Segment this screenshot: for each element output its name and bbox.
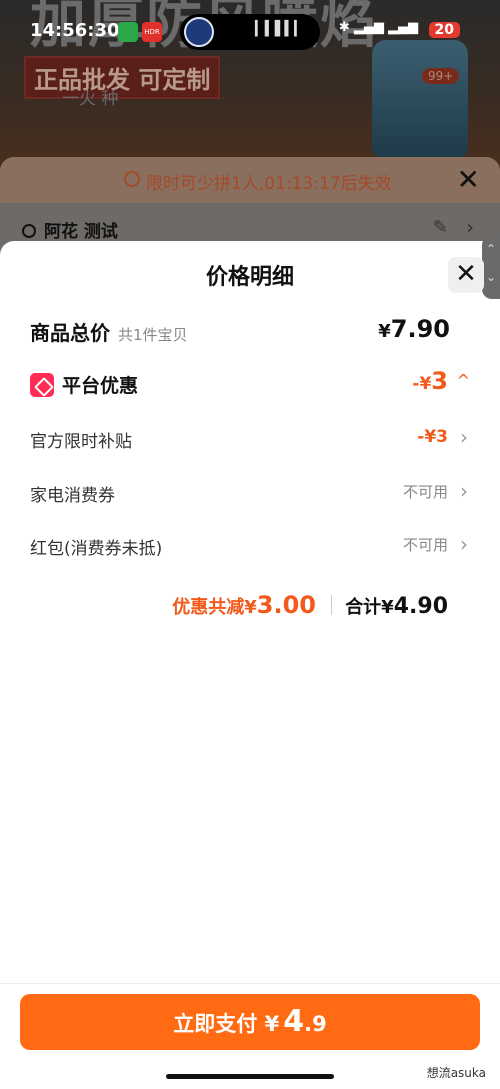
address-name: 阿花 测试 [44,222,118,242]
product-image [372,40,468,160]
group-buy-countdown-bar: 限时可少拼1人,01:13:17后失效 ✕ [0,157,500,203]
discount-item-label: 红包(消费券未抵) [30,539,163,559]
discount-item-label: 官方限时补贴 [30,432,132,452]
app-notification-icon [118,22,138,42]
close-icon[interactable]: ✕ [457,163,480,196]
discount-item-value: 不可用 [402,536,448,554]
status-bar: 14:56:30 HDR ▎▍▌▍▎ ✱ ▂▄▆ ▂▄▆ 20 [0,12,500,52]
dynamic-island[interactable]: ▎▍▌▍▎ [180,14,320,50]
coupon-tag-icon [30,373,54,397]
discount-total-amount: 3.00 [256,591,316,619]
total-price-value: ¥7.90 [378,315,450,343]
cart-count-badge: 99+ [422,68,460,84]
audio-wave-icon: ▎▍▌▍▎ [255,21,305,37]
total-price-label: 商品总价 [30,321,110,345]
price-summary: 优惠共减¥3.00 合计¥4.90 [172,591,448,623]
pay-now-button[interactable]: 立即支付 ¥4.9 [20,994,480,1050]
discount-item-value: -¥3 [417,427,448,447]
battery-indicator: 20 [428,22,460,38]
home-indicator[interactable] [166,1074,334,1079]
banner-tag: 正品批发 可定制 [24,56,221,99]
discount-item-appliance-voucher[interactable]: 家电消费券 不可用 › [30,479,470,509]
modal-title: 价格明细 [205,265,294,290]
countdown-text: 限时可少拼1人,01:13:17后失效 [146,174,392,194]
chevron-right-icon: › [466,215,474,239]
chevron-right-icon: › [460,532,468,556]
price-detail-modal: ⌃ ⌄ 价格明细 ✕ 商品总价 共1件宝贝 ¥7.90 平台优惠 -¥3 ^ 官方限… [0,235,500,1089]
discount-item-value: 不可用 [402,483,448,501]
edit-pencil-icon[interactable]: ✎ [433,217,448,238]
chevron-right-icon: › [460,479,468,503]
close-button[interactable]: ✕ [448,257,484,293]
chevron-right-icon: › [460,425,468,449]
discount-item-red-packet[interactable]: 红包(消费券未抵) 不可用 › [30,532,470,562]
discount-item-official-subsidy[interactable]: 官方限时补贴 -¥3 › [30,425,470,455]
grand-total-amount: 4.90 [393,594,448,619]
grand-total-label: 合计¥ [345,597,394,618]
status-time: 14:56:30 [30,20,120,41]
clock-icon [124,171,140,187]
location-pin-icon [22,224,36,238]
item-count: 共1件宝贝 [118,326,188,344]
total-price-row: 商品总价 共1件宝贝 ¥7.90 [30,315,470,347]
platform-discount-amount: -¥3 [412,367,448,395]
discount-item-label: 家电消费券 [30,486,115,506]
watermark: 想流asuka [426,1066,486,1080]
bluetooth-icon: ✱ ▂▄▆ ▂▄▆ [338,20,418,35]
banner-subtext: 一火 种 [62,89,119,109]
media-avatar-icon [184,17,214,47]
discount-total-label: 优惠共减¥ [172,597,257,618]
hdr-icon: HDR [142,22,162,42]
platform-discount-label: 平台优惠 [62,375,139,397]
platform-discount-row[interactable]: 平台优惠 -¥3 ^ [30,367,470,401]
chevron-up-icon[interactable]: ^ [457,371,470,390]
payment-footer: 立即支付 ¥4.9 想流asuka [0,983,500,1089]
summary-divider [331,595,333,615]
address-row[interactable]: 阿花 测试 [22,217,118,242]
